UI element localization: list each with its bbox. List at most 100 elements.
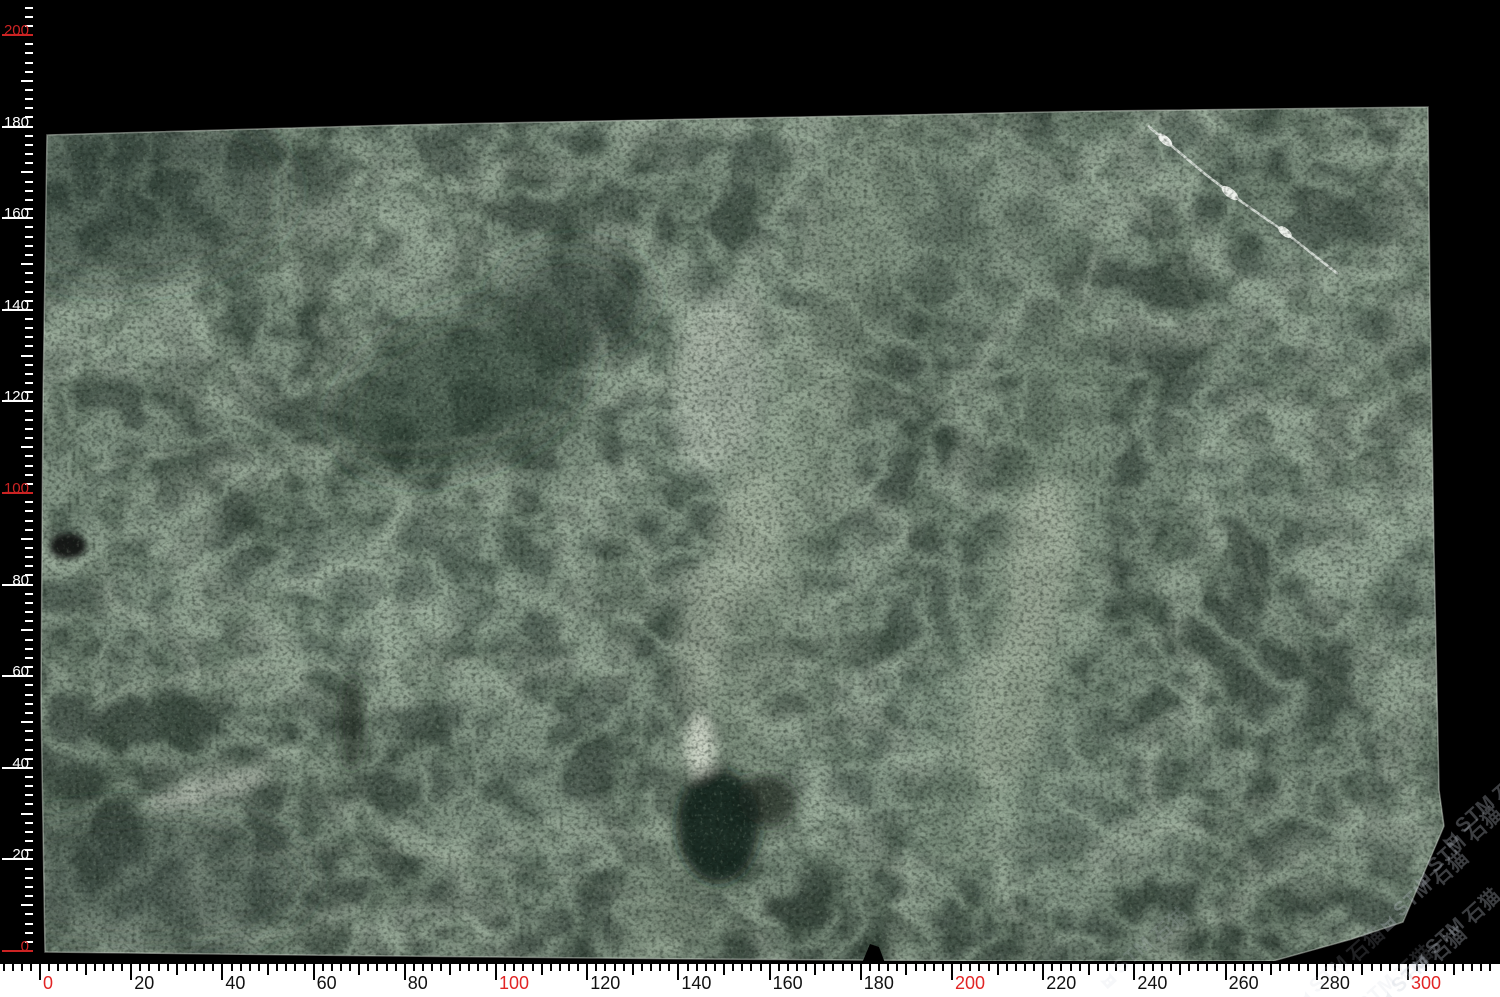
ruler-tick [25,382,33,384]
ruler-label: 160 [773,974,803,993]
ruler-tick [778,964,780,971]
ruler-tick [787,964,789,971]
ruler-tick [988,964,990,971]
ruler-tick [896,964,898,971]
ruler-tick [25,923,33,925]
ruler-tick [25,199,33,201]
ruler-tick [1398,964,1400,971]
ruler-label: 140 [0,298,29,314]
ruler-tick [978,964,980,971]
ruler-tick [386,964,388,971]
ruler-tick [1480,964,1482,971]
ruler-tick [25,868,33,870]
ruler-tick [103,964,105,971]
ruler-tick [285,964,287,971]
ruler-tick [459,964,461,971]
vertical-ruler: 020406080100120140160180200 [0,0,36,962]
ruler-tick [25,98,33,100]
ruler-tick [367,964,369,971]
ruler-tick [276,964,278,971]
ruler-tick [1079,964,1081,971]
ruler-tick [1133,964,1135,980]
ruler-tick [1188,964,1190,971]
ruler-tick [595,964,597,971]
ruler-tick [1316,964,1318,980]
ruler-label: 100 [499,974,529,993]
ruler-tick [25,153,33,155]
ruler-tick [25,895,33,897]
ruler-tick [449,964,451,975]
ruler-tick [1124,964,1126,971]
ruler-label: 260 [1229,974,1259,993]
ruler-tick [905,964,907,975]
ruler-tick [25,593,33,595]
ruler-tick [25,785,33,787]
ruler-tick [568,964,570,971]
ruler-tick [313,964,315,980]
ruler-tick [25,144,33,146]
ruler-tick [66,964,68,971]
ruler-tick [951,964,953,980]
ruler-tick [550,964,552,971]
ruler-tick [85,964,87,975]
ruler-tick [1471,964,1473,971]
ruler-tick [1371,964,1373,971]
ruler-tick [25,419,33,421]
ruler-tick [221,964,223,980]
ruler-label: 40 [0,756,29,772]
ruler-tick [1206,964,1208,971]
ruler-tick [504,964,506,971]
ruler-tick [522,964,524,971]
ruler-tick [668,964,670,971]
ruler-label: 180 [864,974,894,993]
ruler-tick [3,964,5,971]
ruler-tick [358,964,360,975]
ruler-tick [1453,964,1455,975]
ruler-tick [21,904,33,906]
ruler-tick [25,648,33,650]
ruler-tick [1170,964,1172,971]
ruler-tick [76,964,78,971]
ruler-label: 20 [134,974,154,993]
ruler-tick [25,62,33,64]
ruler-tick [486,964,488,971]
ruler-label: 100 [0,481,29,497]
ruler-tick [404,964,406,980]
ruler-tick [21,813,33,815]
ruler-tick [1343,964,1345,971]
ruler-label: 200 [955,974,985,993]
ruler-tick [1088,964,1090,975]
ruler-tick [25,840,33,842]
ruler-tick [25,547,33,549]
ruler-tick [25,181,33,183]
ruler-tick [21,538,33,540]
ruler-tick [632,964,634,975]
ruler-tick [25,245,33,247]
ruler-tick [194,964,196,971]
ruler-tick [559,964,561,971]
ruler-tick [167,964,169,971]
ruler-tick [1352,964,1354,971]
ruler-tick [1042,964,1044,980]
ruler-tick [1462,964,1464,971]
ruler-tick [650,964,652,971]
ruler-tick [294,964,296,971]
ruler-tick [21,171,33,173]
ruler-tick [25,730,33,732]
ruler-tick [267,964,269,975]
ruler-tick [769,964,771,980]
ruler-tick [1115,964,1117,971]
ruler-tick [477,964,479,971]
ruler-tick [413,964,415,971]
ruler-tick [25,749,33,751]
ruler-tick [25,226,33,228]
ruler-tick [39,964,41,980]
ruler-tick [25,739,33,741]
ruler-tick [823,964,825,971]
ruler-tick [878,964,880,971]
ruler-tick [25,657,33,659]
ruler-tick [112,964,114,971]
ruler-tick [687,964,689,971]
ruler-tick [495,964,497,980]
ruler-tick [25,43,33,45]
